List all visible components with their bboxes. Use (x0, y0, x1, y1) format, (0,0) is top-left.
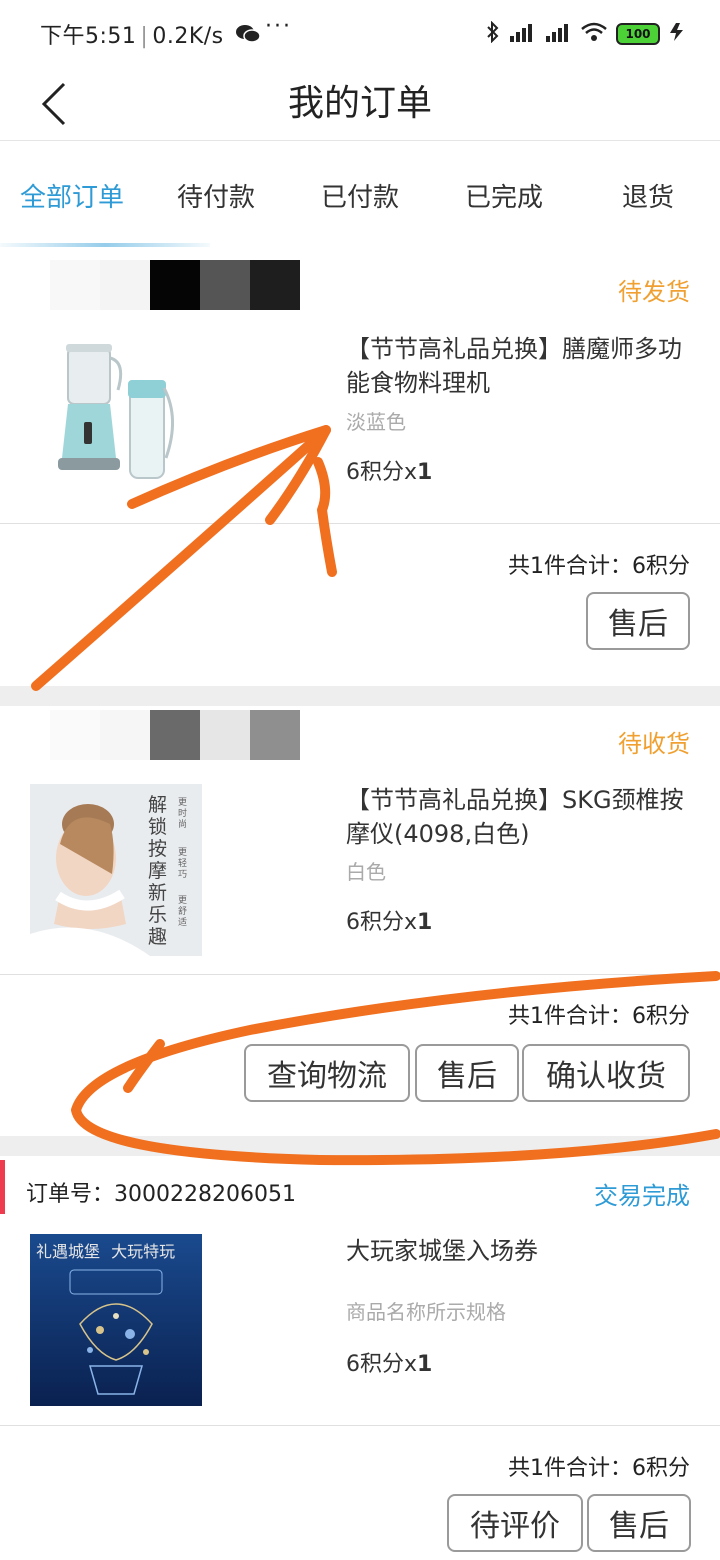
order-card: 订单号：3000228206051 交易完成 礼遇城堡 大玩特玩 大玩家城堡入场… (0, 1156, 720, 1560)
more-notifications-icon: ··· (265, 14, 292, 39)
image-tag: 更时尚 (178, 798, 188, 830)
active-tab-indicator (0, 243, 210, 247)
review-button[interactable]: 待评价 (447, 1494, 583, 1552)
product-price: 6积分x1 (346, 1352, 433, 1377)
product-image-blender[interactable] (30, 318, 202, 490)
page-title: 我的订单 (287, 83, 432, 124)
status-bar: 下午5:51 | 0.2K/s ··· 100 (0, 0, 720, 66)
order-card: 待收货 解锁按摩新乐趣 更时尚 更轻巧 更舒适 【节节高礼品兑换】SKG颈椎按摩… (0, 706, 720, 1136)
status-right: 100 (486, 20, 686, 48)
status-left: 下午5:51 | 0.2K/s (40, 18, 261, 51)
page-header: 我的订单 (0, 66, 720, 141)
image-caption: 大玩特玩 (111, 1242, 176, 1261)
order-total: 共1件合计：6积分 (508, 1456, 690, 1481)
tab-all-orders[interactable]: 全部订单 (0, 177, 144, 214)
tab-returns[interactable]: 退货 (576, 177, 720, 214)
divider (0, 1425, 720, 1426)
network-speed: 0.2K/s (152, 24, 224, 49)
product-image-castle-ticket[interactable]: 礼遇城堡 大玩特玩 (30, 1234, 202, 1406)
divider (0, 974, 720, 975)
order-status: 待发货 (618, 278, 690, 306)
product-spec: 白色 (346, 860, 386, 884)
order-status: 交易完成 (594, 1182, 690, 1210)
wechat-icon (235, 23, 261, 51)
section-gap (0, 1136, 720, 1156)
order-number: 订单号：3000228206051 (26, 1182, 296, 1207)
product-spec: 商品名称所示规格 (346, 1300, 506, 1324)
product-title[interactable]: 【节节高礼品兑换】SKG颈椎按摩仪(4098,白色) (346, 783, 686, 851)
after-sales-button[interactable]: 售后 (586, 592, 690, 650)
product-price: 6积分x1 (346, 910, 433, 935)
tab-completed[interactable]: 已完成 (432, 177, 576, 214)
signal-icon-1 (508, 22, 536, 46)
order-tabs: 全部订单 待付款 已付款 已完成 退货 (0, 141, 720, 249)
confirm-receipt-button[interactable]: 确认收货 (522, 1044, 690, 1102)
order-card: 待发货 【节节高礼品兑换】膳魔师多功能食物料理机 淡蓝色 6积分x1 共1件合计… (0, 250, 720, 686)
signal-icon-2 (544, 22, 572, 46)
status-time: 下午5:51 (40, 24, 137, 49)
product-title[interactable]: 【节节高礼品兑换】膳魔师多功能食物料理机 (346, 332, 686, 400)
image-tag: 更舒适 (178, 896, 188, 928)
divider (0, 523, 720, 524)
order-status: 待收货 (618, 730, 690, 758)
after-sales-button[interactable]: 售后 (415, 1044, 519, 1102)
product-spec: 淡蓝色 (346, 410, 406, 434)
order-marker (0, 1160, 5, 1214)
charging-icon (668, 22, 686, 46)
section-gap (0, 686, 720, 706)
image-caption: 礼遇城堡 (36, 1242, 101, 1261)
product-price: 6积分x1 (346, 460, 433, 485)
after-sales-button[interactable]: 售后 (587, 1494, 691, 1552)
track-logistics-button[interactable]: 查询物流 (244, 1044, 410, 1102)
order-total: 共1件合计：6积分 (508, 1004, 690, 1029)
wifi-icon (580, 22, 608, 46)
battery-icon: 100 (616, 23, 660, 45)
product-image-neck-massager[interactable]: 解锁按摩新乐趣 更时尚 更轻巧 更舒适 (30, 784, 202, 956)
product-title[interactable]: 大玩家城堡入场券 (346, 1234, 686, 1268)
tab-pending-payment[interactable]: 待付款 (144, 177, 288, 214)
image-caption: 解锁按摩新乐趣 (148, 794, 168, 948)
tab-paid[interactable]: 已付款 (288, 177, 432, 214)
image-tag: 更轻巧 (178, 848, 188, 880)
order-total: 共1件合计：6积分 (508, 554, 690, 579)
bluetooth-icon (486, 20, 500, 47)
